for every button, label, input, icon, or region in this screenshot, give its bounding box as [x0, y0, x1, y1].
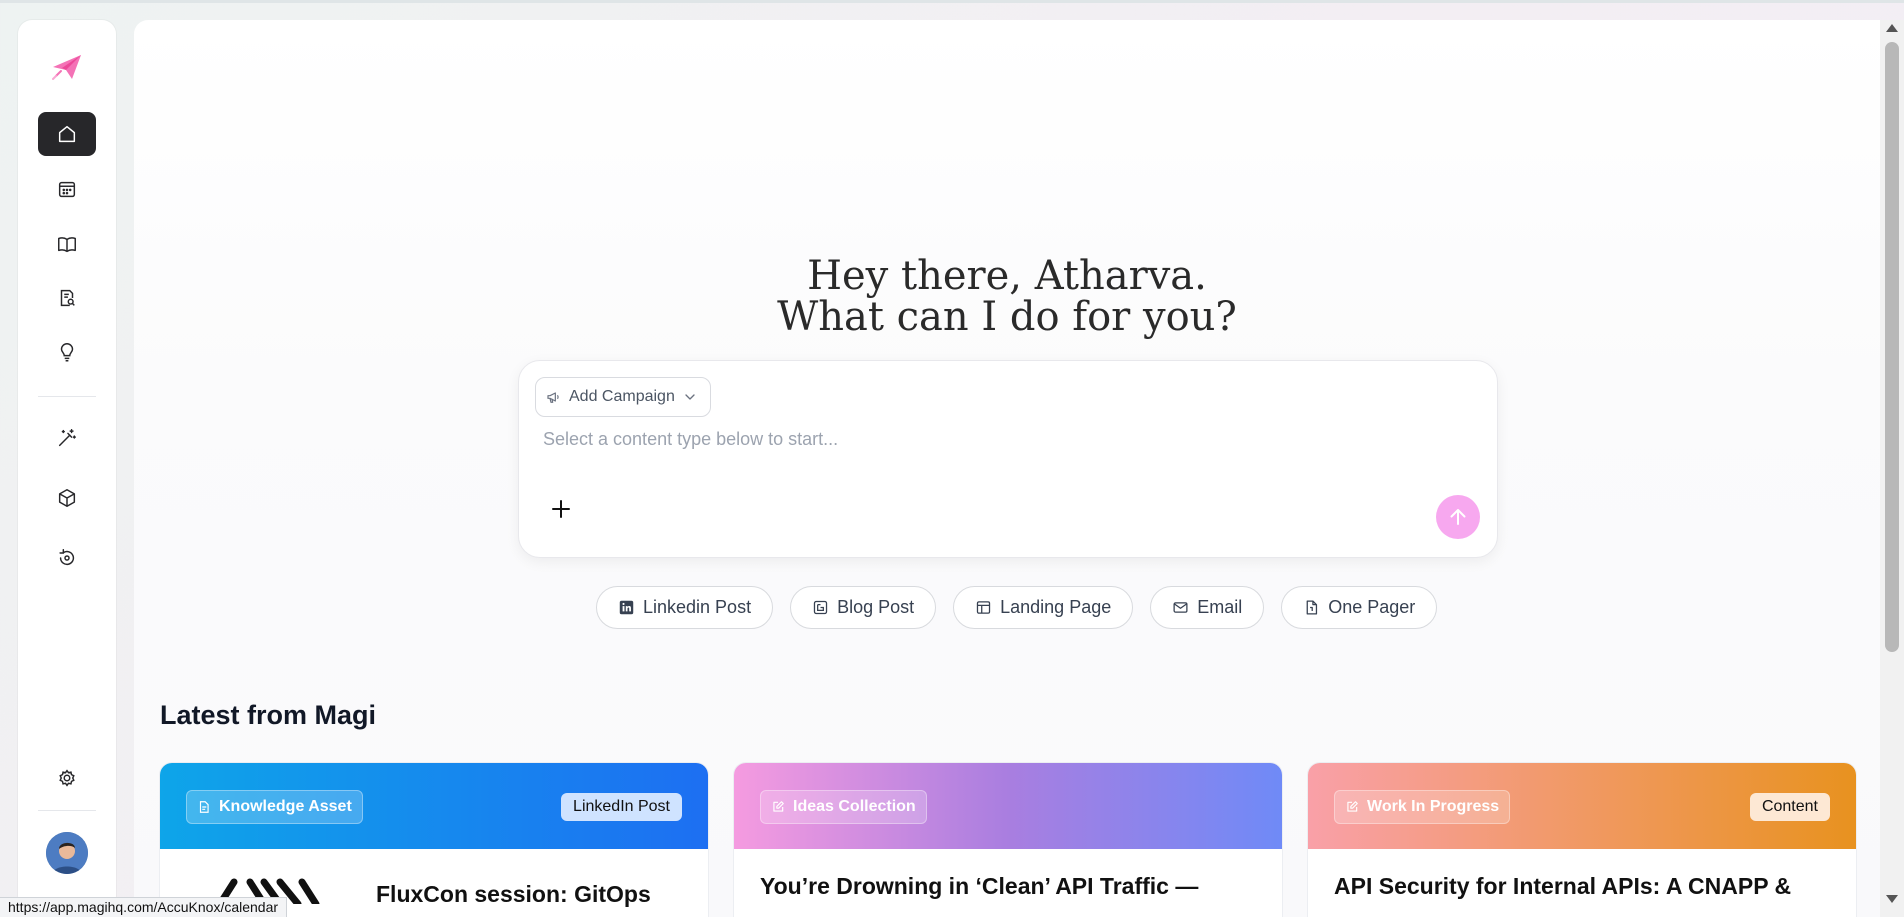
- scroll-up-arrow-icon[interactable]: [1886, 24, 1898, 32]
- sidebar: [18, 20, 116, 910]
- sidebar-item-magic[interactable]: [38, 416, 96, 460]
- book-open-icon: [58, 237, 76, 253]
- main-panel: Hey there, Atharva. What can I do for yo…: [134, 20, 1880, 917]
- arrow-up-icon: [1450, 509, 1466, 525]
- card-title: FluxCon session: GitOps: [376, 881, 651, 907]
- chip-label: Linkedin Post: [643, 597, 752, 617]
- blog-icon: [813, 600, 828, 615]
- sidebar-item-products[interactable]: [38, 476, 96, 520]
- chip-label: Blog Post: [837, 597, 915, 617]
- card-header: Work In Progress Content: [1308, 763, 1856, 849]
- vertical-scrollbar[interactable]: [1880, 20, 1904, 917]
- sidebar-item-home[interactable]: [38, 112, 96, 156]
- card-tag: Work In Progress: [1334, 790, 1511, 824]
- sidebar-item-ideas[interactable]: [38, 330, 96, 374]
- chip-label: Landing Page: [1000, 597, 1112, 617]
- chip-label: One Pager: [1328, 597, 1416, 617]
- sidebar-item-calendar[interactable]: [38, 167, 96, 211]
- latest-card[interactable]: Ideas Collection You’re Drowning in ‘Cle…: [734, 763, 1282, 917]
- sidebar-divider: [38, 396, 96, 397]
- chevron-down-icon: [685, 394, 695, 400]
- card-badge: LinkedIn Post: [561, 793, 682, 821]
- layout-icon: [976, 601, 991, 614]
- latest-card[interactable]: Knowledge Asset LinkedIn Post FluxCon se…: [160, 763, 708, 917]
- scroll-down-arrow-icon[interactable]: [1886, 895, 1898, 903]
- plus-icon: [552, 500, 570, 518]
- greeting-heading: Hey there, Atharva. What can I do for yo…: [134, 256, 1880, 338]
- latest-card[interactable]: Work In Progress Content API Security fo…: [1308, 763, 1856, 917]
- chip-blog-post[interactable]: Blog Post: [790, 586, 937, 629]
- sidebar-item-reviews[interactable]: [38, 276, 96, 320]
- chip-label: Email: [1197, 597, 1243, 617]
- latest-section-title: Latest from Magi: [160, 700, 377, 730]
- card-tag-label: Ideas Collection: [793, 798, 916, 815]
- add-campaign-label: Add Campaign: [569, 388, 675, 405]
- sidebar-item-history[interactable]: [38, 536, 96, 580]
- document-search-icon: [60, 289, 75, 307]
- cube-icon: [58, 489, 76, 507]
- content-type-chips: Linkedin Post Blog Post Landing Page Ema…: [596, 586, 1438, 629]
- status-bar-url: https://app.magihq.com/AccuKnox/calendar: [0, 897, 288, 917]
- add-campaign-dropdown[interactable]: Add Campaign: [535, 377, 711, 417]
- window-top-border: [0, 0, 1904, 3]
- card-title: You’re Drowning in ‘Clean’ API Traffic —: [760, 873, 1199, 899]
- card-tag-label: Work In Progress: [1367, 798, 1500, 815]
- paper-plane-logo-icon[interactable]: [50, 50, 84, 84]
- attach-button[interactable]: [547, 495, 575, 523]
- greeting-line-2: What can I do for you?: [777, 294, 1237, 340]
- lightbulb-icon: [60, 343, 74, 362]
- megaphone-icon: [547, 392, 559, 403]
- greeting-line-1: Hey there, Atharva.: [807, 253, 1207, 299]
- calendar-icon: [58, 181, 76, 198]
- edit-icon: [1347, 801, 1358, 812]
- file-icon: [1306, 600, 1318, 615]
- send-button[interactable]: [1436, 495, 1480, 539]
- sidebar-item-library[interactable]: [38, 222, 96, 266]
- gear-icon: [59, 769, 75, 787]
- card-title: API Security for Internal APIs: A CNAPP …: [1334, 873, 1792, 899]
- prompt-composer: Add Campaign: [518, 360, 1498, 558]
- chip-email[interactable]: Email: [1150, 586, 1265, 629]
- card-tag-label: Knowledge Asset: [219, 798, 352, 815]
- sidebar-divider-bottom: [38, 810, 96, 811]
- history-icon: [59, 549, 75, 566]
- prompt-input[interactable]: [543, 423, 1443, 455]
- mail-icon: [1173, 602, 1188, 613]
- card-tag: Knowledge Asset: [186, 790, 363, 824]
- card-header: Knowledge Asset LinkedIn Post: [160, 763, 708, 849]
- file-text-icon: [199, 801, 209, 813]
- chip-linkedin-post[interactable]: Linkedin Post: [596, 586, 774, 629]
- avatar[interactable]: [46, 832, 88, 874]
- home-icon: [58, 125, 76, 143]
- linkedin-icon: [619, 600, 634, 615]
- card-badge: Content: [1749, 793, 1830, 821]
- card-header: Ideas Collection: [734, 763, 1282, 849]
- chip-one-pager[interactable]: One Pager: [1281, 586, 1438, 629]
- card-tag: Ideas Collection: [760, 790, 927, 824]
- magic-wand-icon: [58, 429, 76, 447]
- edit-icon: [773, 801, 784, 812]
- chip-landing-page[interactable]: Landing Page: [953, 586, 1134, 629]
- scrollbar-thumb[interactable]: [1885, 42, 1899, 652]
- settings-button[interactable]: [38, 756, 96, 800]
